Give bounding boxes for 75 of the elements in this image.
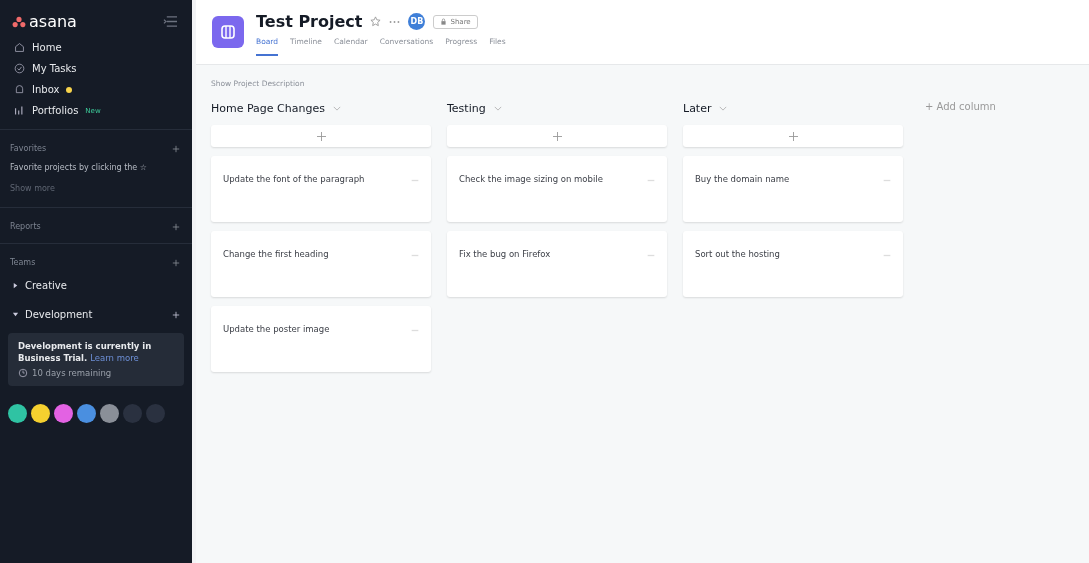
- section-heading[interactable]: Reports: [10, 222, 41, 231]
- nav-item[interactable]: Inbox: [0, 79, 192, 100]
- member-avatar[interactable]: DB: [408, 13, 426, 30]
- more-icon[interactable]: [647, 179, 655, 182]
- nav-item[interactable]: My Tasks: [0, 58, 192, 79]
- lock-icon: [440, 18, 448, 25]
- task-card[interactable]: Fix the bug on Firefox: [447, 231, 667, 297]
- more-icon[interactable]: [411, 179, 419, 182]
- column-title: Home Page Changes: [211, 101, 325, 115]
- more-icon[interactable]: [411, 254, 419, 257]
- avatar[interactable]: [77, 403, 96, 423]
- column-title: Later: [683, 101, 712, 115]
- task-name: Update the font of the paragraph: [223, 174, 365, 184]
- check-circle-icon: [14, 63, 25, 74]
- chevron-down-icon[interactable]: [493, 105, 502, 111]
- avatar[interactable]: [31, 403, 50, 423]
- chevron-down-icon[interactable]: [332, 105, 341, 111]
- days-remaining: 10 days remaining: [32, 367, 112, 378]
- more-icon[interactable]: [389, 19, 401, 24]
- chevron-down-icon[interactable]: [719, 105, 728, 111]
- more-icon[interactable]: [883, 254, 891, 257]
- avatar[interactable]: [54, 403, 73, 423]
- trial-text: Development is currently in Business Trial. Learn more: [18, 341, 153, 365]
- nav-label: My Tasks: [32, 63, 77, 74]
- section-heading: Favorites: [10, 144, 47, 153]
- plus-icon[interactable]: [172, 222, 180, 231]
- task-name: Check the image sizing on mobile: [459, 174, 603, 184]
- add-task-button[interactable]: [211, 125, 431, 147]
- task-name: Fix the bug on Firefox: [459, 249, 551, 259]
- plus-icon: [316, 131, 326, 141]
- nav-label: Home: [32, 42, 62, 53]
- favorites-hint: Favorite projects by clicking the ☆: [9, 162, 148, 174]
- task-name: Change the first heading: [223, 249, 329, 259]
- star-icon[interactable]: [370, 16, 382, 27]
- more-icon[interactable]: [411, 329, 419, 332]
- task-card[interactable]: Sort out the hosting: [683, 231, 903, 297]
- task-name: Sort out the hosting: [695, 249, 780, 259]
- team-item[interactable]: Development: [0, 300, 192, 329]
- task-card[interactable]: Update the poster image: [211, 306, 431, 372]
- learn-more-link[interactable]: Learn more: [90, 352, 139, 363]
- logo-text: asana: [29, 12, 77, 31]
- nav-label: Portfolios: [32, 105, 79, 116]
- team-item[interactable]: Creative: [0, 271, 192, 300]
- add-task-button[interactable]: [683, 125, 903, 147]
- team-name: Development: [25, 309, 94, 320]
- plus-icon: [552, 131, 562, 141]
- logo[interactable]: asana: [12, 12, 77, 31]
- section-heading: Teams: [10, 258, 36, 267]
- chart-icon: [14, 105, 25, 116]
- nav-item[interactable]: Home: [0, 37, 192, 58]
- plus-icon[interactable]: [172, 310, 180, 319]
- add-task-button[interactable]: [447, 125, 667, 147]
- plus-icon[interactable]: [172, 258, 180, 267]
- avatar[interactable]: [100, 403, 119, 423]
- task-name: Buy the domain name: [695, 174, 790, 184]
- project-icon: [212, 16, 244, 48]
- avatar[interactable]: [8, 403, 27, 423]
- bell-icon: [14, 84, 25, 95]
- task-card[interactable]: Change the first heading: [211, 231, 431, 297]
- more-icon[interactable]: [647, 254, 655, 257]
- task-card[interactable]: Check the image sizing on mobile: [447, 156, 667, 222]
- task-name: Update the poster image: [223, 324, 330, 334]
- clock-icon: [18, 367, 28, 378]
- plus-icon: [788, 131, 798, 141]
- plus-icon[interactable]: [172, 144, 180, 153]
- team-name: Creative: [25, 280, 68, 291]
- project-title: Test Project: [256, 12, 363, 31]
- dots-icon: [12, 15, 26, 28]
- more-icon[interactable]: [883, 179, 891, 182]
- nav-label: Inbox: [32, 84, 60, 95]
- menu-icon[interactable]: [163, 15, 178, 28]
- task-card[interactable]: Update the font of the paragraph: [211, 156, 431, 222]
- task-card[interactable]: Buy the domain name: [683, 156, 903, 222]
- column-title: Testing: [447, 101, 486, 115]
- home-icon: [14, 42, 25, 53]
